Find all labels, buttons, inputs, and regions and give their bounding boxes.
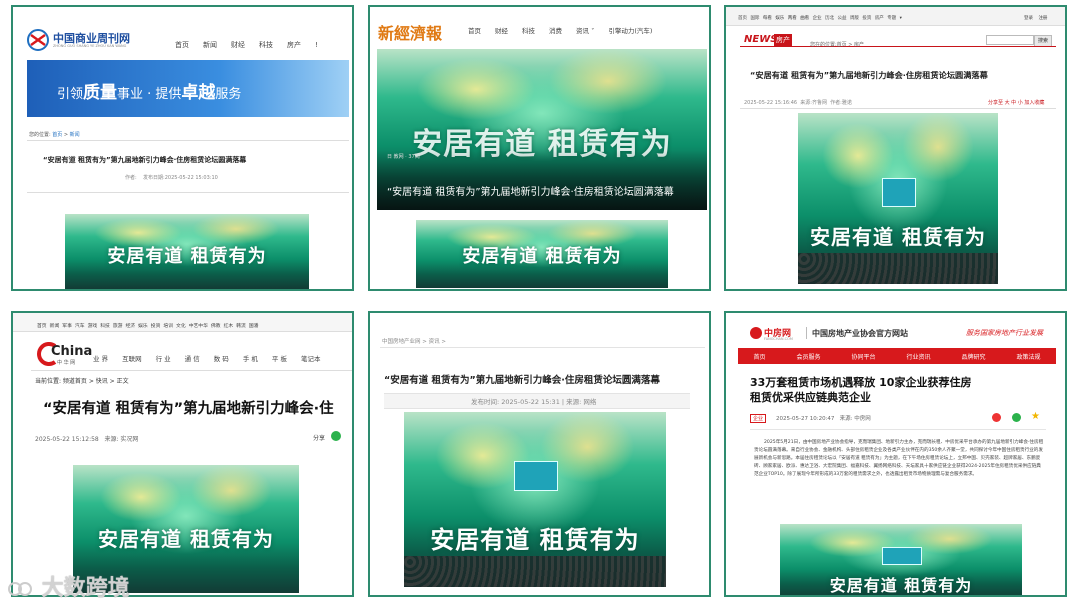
hero-banner: 引领质量事业 · 提供卓越服务 [27, 60, 349, 117]
article-meta: 2025-05-27 10:20:47 来源: 中房网 [776, 416, 871, 422]
logo-icon [750, 327, 762, 339]
search-input[interactable] [986, 35, 1034, 45]
nav-item[interactable]: 财经 [495, 27, 508, 35]
breadcrumb: 当前位置: 频道首页 > 快讯 > 正文 [35, 378, 129, 385]
divider [740, 108, 1056, 109]
divider [27, 140, 349, 141]
nav-item[interactable]: ! [315, 41, 318, 49]
logo-icon [27, 29, 49, 51]
nav-item[interactable]: 财经 [231, 41, 245, 49]
article-title: “安居有道 租赁有为”第九届地新引力峰会·住房租赁论坛圆满落幕 [43, 156, 247, 164]
site-logo-sub: FANGCHAN.COM [764, 337, 793, 341]
star-icon[interactable]: ★ [1031, 411, 1040, 422]
site-logo-text[interactable]: 新經濟報 [378, 20, 442, 44]
nav-item[interactable]: 笔记本 [301, 355, 321, 363]
article-meta: 作者: 发布日期:2025-05-22 15:03:10 [125, 175, 218, 181]
nav-item-active[interactable]: 行业资讯 [906, 352, 930, 361]
screenshot-panel-china: 首页 新闻 军事 汽车 游戏 科技 旅游 经济 娱乐 投资 培训 文化 中艺中华… [11, 311, 354, 597]
nav-item[interactable]: 首页 [753, 352, 765, 361]
nav-item[interactable]: 科技 [522, 27, 535, 35]
nav-item[interactable]: 首页 [468, 27, 481, 35]
screenshot-panel-zfw: 中房网 FANGCHAN.COM 中国房地产业协会官方网站 服务国家房地产行业发… [724, 311, 1067, 597]
breadcrumb: 您在的位置:首页 > 房产 [810, 42, 865, 48]
main-nav: 首页 会员服务 协同平台 行业资讯 品牌研究 政策法规 [738, 352, 1056, 361]
watermark-logo-icon [8, 582, 32, 596]
nav-item[interactable]: 行 业 [156, 355, 171, 363]
nav-item[interactable]: 数 码 [214, 355, 229, 363]
site-logo-text[interactable]: China [51, 344, 92, 359]
article-body: 2025年5月21日，由中国房地产业协会指导，克而瑞集团、地新引力主办，克而瑞长… [754, 440, 1044, 477]
breadcrumb: 中国房地产业网 > 资讯 > [382, 339, 446, 345]
article-title: “安居有道 租赁有为”第九届地新引力峰会·住房租赁论坛圆满落幕 [384, 375, 660, 386]
nav-item[interactable]: 互联网 [122, 355, 142, 363]
hero-photo[interactable]: 安居有道 租赁有为 日 教网 · 37阅 “安居有道 租赁有为”第九届地新引力峰… [377, 49, 707, 210]
main-nav: 首页 财经 科技 消费 资讯 ˅ 引擎动力(汽车) [468, 25, 666, 35]
hero-source: 日 教网 · 37阅 [387, 154, 420, 160]
event-photo: 安居有道 租赁有为 [780, 524, 1022, 595]
divider [750, 429, 1046, 430]
channel-nav: 业 界 互联网 行 业 通 信 数 码 手 机 平 板 笔记本 [93, 353, 334, 363]
breadcrumb-link: 首页 [52, 132, 63, 138]
nav-item[interactable]: 平 板 [272, 355, 287, 363]
wechat-icon[interactable] [331, 431, 341, 441]
site-logo-sub: 中 华 网 [57, 360, 76, 366]
nav-item[interactable]: 新闻 [203, 41, 217, 49]
screenshot-panel-zgsyzkw: 中国商业周刊网 ZHONG GUO SHANG YE ZHOU KAN WANG… [11, 5, 354, 291]
event-photo: 安居有道 租赁有为 [65, 214, 309, 289]
nav-item[interactable]: 会员服务 [796, 352, 820, 361]
nav-item[interactable]: 首页 [175, 41, 189, 49]
auth-links[interactable]: 登录 注册 [1024, 15, 1047, 21]
article-title-line1: 33万套租赁市场机遇释放 10家企业获荐住房 [750, 376, 972, 389]
hero-title[interactable]: “安居有道 租赁有为”第九届地新引力峰会·住房租赁论坛圆满落幕 [387, 183, 674, 198]
nav-item[interactable]: 引擎动力(汽车) [608, 27, 652, 35]
nav-item[interactable]: 科技 [259, 41, 273, 49]
divider [380, 347, 705, 348]
article-meta: 2025-05-22 15:12:58 来源: 实况网 [35, 436, 139, 443]
screenshot-panel-xjjb: 新經濟報 首页 财经 科技 消费 资讯 ˅ 引擎动力(汽车) 安居有道 租赁有为 日 教网… [368, 5, 711, 291]
breadcrumb: 您的位置: 首页 > 新闻 [29, 132, 80, 138]
nav-item[interactable]: 通 信 [185, 355, 200, 363]
main-nav: 首页 新闻 财经 科技 房产! [175, 40, 332, 50]
top-nav: 首页 国际 每看 娱乐 两看 曲看 企业 历北 公益 周版 投资 房产 专题 ▾ [738, 16, 902, 21]
article-title-line2: 租赁优采供应链典范企业 [750, 391, 871, 404]
divider [27, 192, 349, 193]
article-meta: 2025-05-22 15:16:46 来源:齐鲁网 作者:雅诺 [744, 100, 852, 106]
site-title: 中国房地产业协会官方网站 [812, 328, 908, 338]
article-title: “安居有道 租赁有为”第九届地新引力峰会·住房租赁论坛圆满落幕 [750, 70, 988, 80]
share-tools[interactable]: 分享至 大 中 小 加入收藏 [988, 99, 1044, 106]
site-logo-news[interactable]: NEWS [744, 34, 777, 45]
divider [806, 327, 807, 339]
article-meta: 发布时间: 2025-05-22 15:31 | 来源: 网络 [471, 398, 597, 406]
site-logo-sub: ZHONG GUO SHANG YE ZHOU KAN WANG [53, 44, 127, 48]
top-nav: 首页 新闻 军事 汽车 游戏 科技 旅游 经济 娱乐 投资 培训 文化 中艺中华… [37, 324, 259, 329]
event-photo: 安居有道 租赁有为 [404, 412, 666, 587]
weibo-icon[interactable] [992, 413, 1001, 422]
breadcrumb-link: 新闻 [69, 132, 80, 138]
nav-item[interactable]: 资讯 ˅ [576, 27, 594, 35]
screenshot-panel-fdcw: 中国房地产业网 > 资讯 > “安居有道 租赁有为”第九届地新引力峰会·住房租赁… [368, 311, 711, 597]
site-logo-tag: 房产 [774, 34, 792, 46]
nav-item[interactable]: 消费 [549, 27, 562, 35]
nav-item[interactable]: 手 机 [243, 355, 258, 363]
hero-shade [377, 150, 707, 210]
share-label[interactable]: 分享 [313, 433, 325, 442]
brand-watermark: 大数跨境 [8, 570, 130, 602]
nav-item[interactable]: 房产 [287, 41, 301, 49]
nav-item[interactable]: 品牌研究 [961, 352, 985, 361]
divider [31, 370, 352, 371]
banner-slogan: 引领质量事业 · 提供卓越服务 [57, 83, 242, 103]
article-title: “安居有道 租赁有为”第九届地新引力峰会·住 [43, 401, 334, 417]
screenshot-panel-news: 首页 国际 每看 娱乐 两看 曲看 企业 历北 公益 周版 投资 房产 专题 ▾… [724, 5, 1067, 291]
nav-item[interactable]: 协同平台 [851, 352, 875, 361]
divider [740, 46, 1056, 47]
wechat-icon[interactable] [1012, 413, 1021, 422]
event-photo: 安居有道 租赁有为 [798, 113, 998, 284]
slogan: 服务国家房地产行业发展 [966, 329, 1043, 337]
nav-item[interactable]: 业 界 [93, 355, 108, 363]
event-photo: 安居有道 租赁有为 [416, 220, 668, 288]
category-tag[interactable]: 企业 [750, 414, 767, 423]
nav-item[interactable]: 政策法规 [1016, 352, 1040, 361]
